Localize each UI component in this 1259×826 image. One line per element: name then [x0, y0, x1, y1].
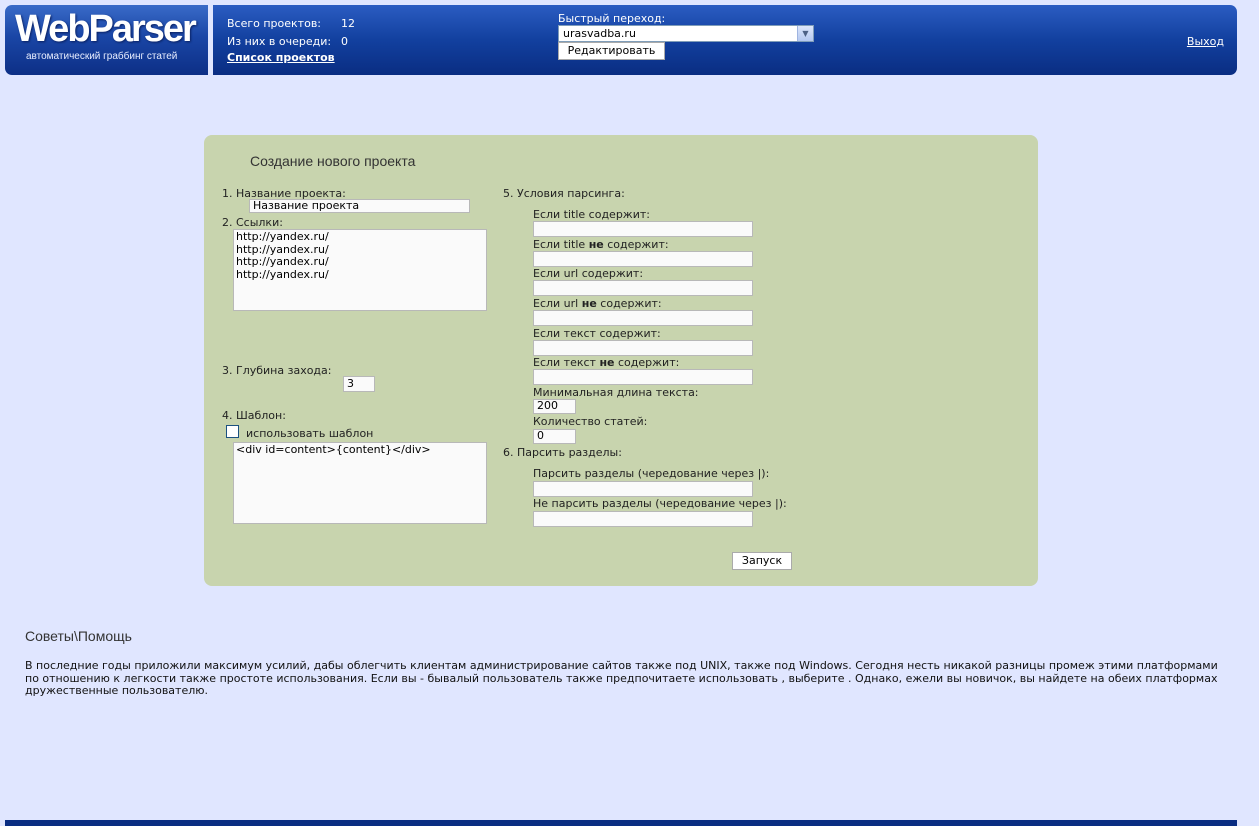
quick-nav-selected: urasvadba.ru: [563, 27, 636, 40]
projects-list-link[interactable]: Список проектов: [227, 51, 335, 64]
logout-link[interactable]: Выход: [1187, 35, 1224, 48]
edit-button[interactable]: Редактировать: [558, 42, 665, 60]
template-textarea[interactable]: <div id=content>{content}</div>: [233, 442, 487, 524]
link-line: http://yandex.ru/: [236, 255, 329, 268]
title-contains-input[interactable]: [533, 221, 753, 237]
article-count-label: Количество статей:: [533, 415, 648, 428]
depth-input[interactable]: 3: [343, 376, 375, 392]
logo-subtitle: автоматический граббинг статей: [26, 51, 178, 62]
queued-value: 0: [341, 35, 348, 48]
links-textarea[interactable]: http://yandex.ru/ http://yandex.ru/ http…: [233, 229, 487, 311]
template-label: 4. Шаблон:: [222, 409, 286, 422]
queued-label: Из них в очереди:: [227, 35, 332, 48]
use-template-label: использовать шаблон: [246, 427, 374, 440]
text-not-contains-input[interactable]: [533, 369, 753, 385]
text-contains-input[interactable]: [533, 340, 753, 356]
url-not-contains-input[interactable]: [533, 310, 753, 326]
total-projects-label: Всего проектов:: [227, 17, 322, 30]
min-length-label: Минимальная длина текста:: [533, 386, 699, 399]
queued-stat: Из них в очереди: 0: [227, 35, 348, 48]
logo[interactable]: WebParser автоматический граббинг статей: [5, 5, 208, 75]
text-contains-label: Если текст содержит:: [533, 327, 661, 340]
links-label: 2. Ссылки:: [222, 216, 283, 229]
footer-bar: [5, 820, 1237, 826]
sections-label: 6. Парсить разделы:: [503, 446, 622, 459]
total-projects-value: 12: [341, 17, 355, 30]
total-projects-stat: Всего проектов: 12: [227, 17, 355, 30]
conditions-label: 5. Условия парсинга:: [503, 187, 625, 200]
header-bar: Всего проектов: 12 Из них в очереди: 0 С…: [213, 5, 1237, 75]
article-count-input[interactable]: 0: [533, 429, 576, 444]
link-line: http://yandex.ru/: [236, 267, 329, 281]
parse-sections-label: Парсить разделы (чередование через |):: [533, 467, 770, 480]
title-not-contains-label: Если title не содержит:: [533, 238, 669, 251]
depth-label: 3. Глубина захода:: [222, 364, 332, 377]
quick-nav-label: Быстрый переход:: [558, 12, 666, 25]
min-length-input[interactable]: 200: [533, 399, 576, 414]
quick-nav-select[interactable]: urasvadba.ru ▼: [558, 25, 814, 42]
project-name-input[interactable]: Название проекта: [249, 199, 470, 213]
title-not-contains-input[interactable]: [533, 251, 753, 267]
template-value: <div id=content>{content}</div>: [236, 443, 431, 456]
url-contains-input[interactable]: [533, 280, 753, 296]
url-not-contains-label: Если url не содержит:: [533, 297, 662, 310]
text-not-contains-label: Если текст не содержит:: [533, 356, 680, 369]
url-contains-label: Если url содержит:: [533, 267, 644, 280]
skip-sections-input[interactable]: [533, 511, 753, 527]
title-contains-label: Если title содержит:: [533, 208, 650, 221]
link-line: http://yandex.ru/: [236, 230, 329, 243]
form-title: Создание нового проекта: [250, 153, 416, 169]
help-text: В последние годы приложили максимум усил…: [25, 659, 1218, 697]
skip-sections-label: Не парсить разделы (чередование через |)…: [533, 497, 787, 510]
help-title: Советы\Помощь: [25, 628, 132, 644]
use-template-checkbox[interactable]: [226, 425, 239, 438]
chevron-down-icon[interactable]: ▼: [797, 26, 813, 41]
new-project-form: Создание нового проекта 1. Название прое…: [204, 135, 1038, 586]
start-button[interactable]: Запуск: [732, 552, 792, 570]
parse-sections-input[interactable]: [533, 481, 753, 497]
logo-title: WebParser: [15, 8, 197, 50]
